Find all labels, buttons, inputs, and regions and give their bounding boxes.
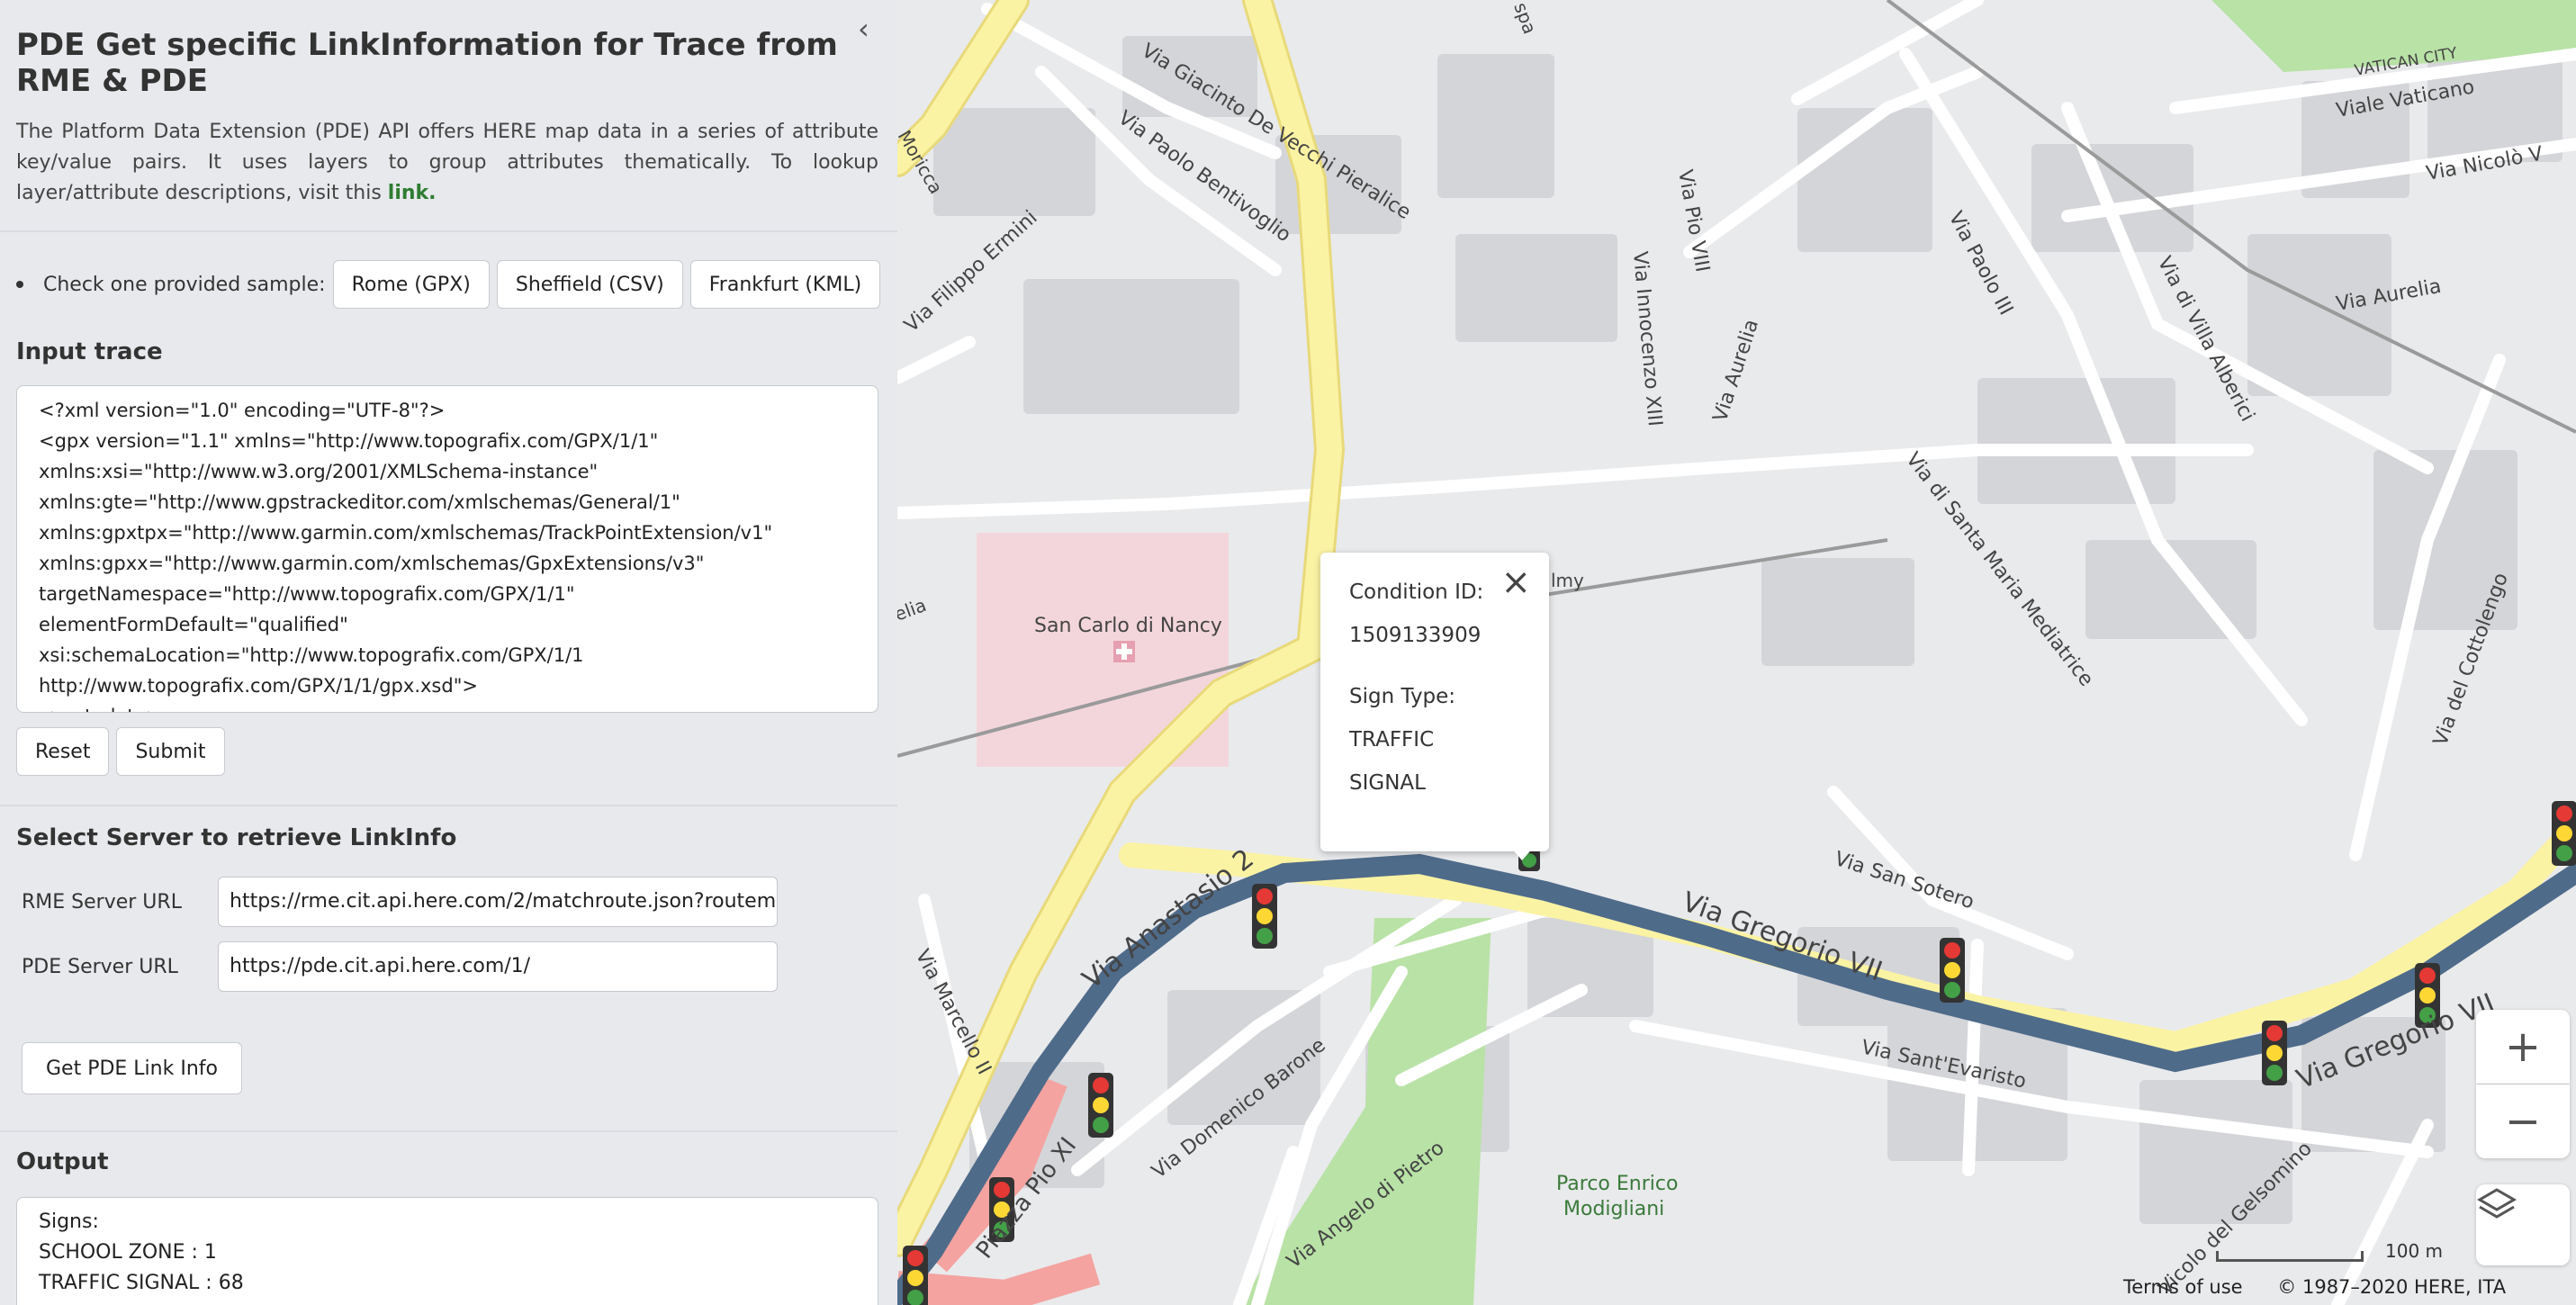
samples-label: Check one provided sample: — [43, 273, 326, 296]
scale-bar: 100 m — [2216, 1240, 2443, 1262]
submit-button[interactable]: Submit — [116, 727, 225, 776]
street-label: Via Innocenzo XIII — [1628, 250, 1666, 428]
output-title: Output — [16, 1148, 109, 1175]
page-description: The Platform Data Extension (PDE) API of… — [16, 117, 878, 209]
street-label: lmy — [1551, 570, 1584, 591]
street-label: spa — [1509, 0, 1541, 37]
sample-rome-button[interactable]: Rome (GPX) — [332, 260, 490, 309]
divider — [0, 805, 897, 806]
input-trace-title: Input trace — [16, 338, 163, 365]
street-label: Via Marcello II — [911, 946, 995, 1078]
scale-line — [2216, 1251, 2364, 1262]
input-trace-textarea[interactable]: <?xml version="1.0" encoding="UTF-8"?> <… — [16, 385, 878, 713]
sign-type-value: TRAFFIC — [1349, 728, 1435, 752]
sidebar-panel: ‹ PDE Get specific LinkInformation for T… — [0, 0, 897, 1305]
street-label: elia — [897, 594, 929, 626]
samples-row: Check one provided sample: Rome (GPX) Sh… — [16, 259, 887, 310]
sample-sheffield-button[interactable]: Sheffield (CSV) — [496, 260, 683, 309]
output-line: Signs: — [39, 1210, 99, 1233]
map-canvas[interactable]: Via Anastasio 2 Via Gregorio VII Via Gre… — [897, 0, 2576, 1305]
place-label: San Carlo di Nancy — [1034, 615, 1222, 637]
map-tiles: Via Anastasio 2 Via Gregorio VII Via Gre… — [897, 0, 2576, 1305]
park-label: Modigliani — [1563, 1198, 1664, 1220]
zoom-in-button[interactable]: + — [2476, 1010, 2570, 1084]
street-label: Via San Sotero — [1832, 848, 1977, 914]
layers-icon — [2477, 1188, 2517, 1219]
bullet — [16, 281, 23, 288]
rme-server-label: RME Server URL — [22, 890, 182, 914]
terms-of-use-link[interactable]: Terms of use — [2123, 1276, 2243, 1298]
page-title: PDE Get specific LinkInformation for Tra… — [16, 27, 838, 99]
pde-server-input[interactable]: https://pde.cit.api.here.com/1/ — [218, 941, 778, 992]
scale-label: 100 m — [2385, 1240, 2444, 1262]
layers-button[interactable] — [2476, 1184, 2570, 1265]
popup-pointer — [1509, 846, 1535, 860]
reset-button[interactable]: Reset — [16, 727, 110, 776]
collapse-panel-icon[interactable]: ‹ — [858, 14, 876, 43]
server-section-title: Select Server to retrieve LinkInfo — [16, 824, 457, 851]
description-text: The Platform Data Extension (PDE) API of… — [16, 121, 878, 204]
trace-buttons: Reset Submit — [16, 727, 232, 776]
output-line: TRAFFIC SIGNAL : 68 — [39, 1272, 244, 1294]
street-label: Via Aurelia — [1709, 317, 1763, 425]
description-link[interactable]: link. — [388, 182, 437, 204]
get-pde-link-info-button[interactable]: Get PDE Link Info — [22, 1042, 242, 1094]
copyright-text: © 1987–2020 HERE, ITA — [2277, 1276, 2507, 1298]
close-icon[interactable]: × — [1500, 562, 1531, 603]
condition-id-value: 1509133909 — [1349, 624, 1482, 647]
output-textarea[interactable]: Signs: SCHOOL ZONE : 1 TRAFFIC SIGNAL : … — [16, 1197, 878, 1305]
hospital-icon — [1113, 641, 1135, 662]
sample-frankfurt-button[interactable]: Frankfurt (KML) — [689, 260, 881, 309]
pde-server-label: PDE Server URL — [22, 955, 178, 978]
park-label: Parco Enrico — [1556, 1173, 1678, 1195]
rme-server-row: RME Server URL https://rme.cit.api.here.… — [16, 877, 778, 927]
zoom-out-button[interactable]: − — [2476, 1084, 2570, 1158]
street-label: Via Filippo Ermini — [900, 206, 1041, 337]
sign-type-value: SIGNAL — [1349, 771, 1426, 795]
pde-server-row: PDE Server URL https://pde.cit.api.here.… — [16, 941, 778, 992]
street-label: Via Pio VIII — [1673, 168, 1714, 274]
divider — [0, 1130, 897, 1132]
rme-server-input[interactable]: https://rme.cit.api.here.com/2/matchrout… — [218, 877, 778, 927]
sign-type-label: Sign Type: — [1349, 685, 1456, 708]
divider — [0, 230, 897, 232]
map-footer: Terms of use © 1987–2020 HERE, ITA — [2123, 1276, 2535, 1298]
output-line: SCHOOL ZONE : 1 — [39, 1241, 217, 1264]
sign-info-popup: × Condition ID: 1509133909 Sign Type: TR… — [1320, 553, 1549, 851]
